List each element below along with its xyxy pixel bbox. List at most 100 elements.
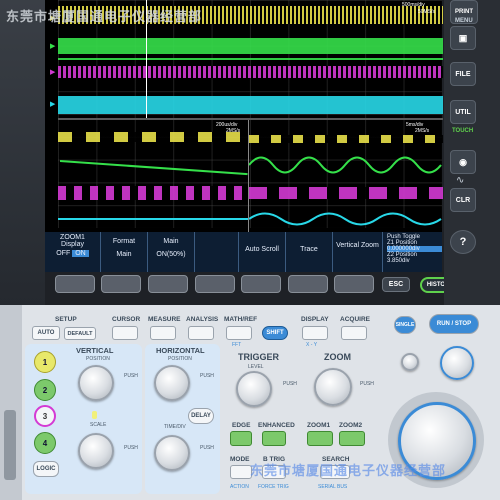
ch2-main-trace-2 (58, 58, 443, 60)
ch3-button[interactable]: 3 (34, 405, 56, 427)
ch2-zoom2-sine (249, 156, 442, 174)
left-bezel (0, 0, 45, 305)
menu-format[interactable]: Format Main (100, 232, 147, 272)
auto-button[interactable]: AUTO (32, 326, 60, 340)
softkey-6[interactable] (288, 275, 328, 293)
menu-zoom1-display[interactable]: ZOOM1 Display OFF ON (45, 232, 100, 272)
run-stop-button[interactable]: RUN / STOP (429, 314, 479, 334)
vertical-push-label: PUSH (124, 373, 138, 379)
ch3-zoom2-trace (249, 187, 443, 199)
logic-button[interactable]: LOGIC (33, 461, 59, 477)
setup-label: SETUP (55, 316, 77, 323)
zoom2-button[interactable] (339, 431, 365, 446)
vertical-scale-label: SCALE (90, 422, 107, 428)
top-timebase: 500ms/div (402, 2, 425, 8)
clr-button[interactable]: CLR (450, 188, 476, 212)
ch4-main-trace (58, 96, 443, 114)
ch4-zoom2-sine (249, 212, 442, 226)
softkey-4[interactable] (195, 275, 235, 293)
time-div-knob[interactable] (154, 435, 190, 471)
vertical-scale-knob[interactable] (78, 433, 114, 469)
menu-label: MENU (455, 18, 473, 24)
zoom2-label: ZOOM2 (339, 422, 363, 429)
softkey-1[interactable] (55, 275, 95, 293)
xy-label: X - Y (306, 342, 318, 348)
scale-led (92, 411, 97, 419)
menu-main[interactable]: Main ON(50%) (147, 232, 194, 272)
top-sample-rate: 50MS/s (418, 9, 435, 15)
push-knob-right[interactable] (440, 346, 474, 380)
cursor-button[interactable] (112, 326, 138, 340)
softkey-7[interactable] (334, 275, 374, 293)
delay-button[interactable]: DELAY (188, 408, 214, 424)
default-button[interactable]: DEFAULT (64, 327, 96, 340)
display-button[interactable] (302, 326, 328, 340)
zoom1-button[interactable] (307, 431, 333, 446)
ch4-button[interactable]: 4 (34, 432, 56, 454)
shift-button[interactable]: SHIFT (262, 326, 288, 340)
esc-button[interactable]: ESC (382, 277, 410, 292)
zoom-push-label: PUSH (360, 381, 374, 387)
ch3-main-trace (58, 66, 443, 78)
zoom-knob[interactable] (314, 368, 352, 406)
ch1-button[interactable]: 1 (34, 351, 56, 373)
cursor-label: CURSOR (112, 316, 141, 323)
vertical-label: VERTICAL (76, 346, 114, 355)
menu-auto-scroll[interactable]: Auto Scroll (238, 232, 285, 272)
util-button[interactable]: UTIL (450, 100, 476, 124)
touch-label: TOUCH (452, 128, 474, 134)
camera-button[interactable]: ◉ (450, 150, 476, 174)
trigger-level-label: LEVEL (248, 364, 264, 370)
softkey-2[interactable] (101, 275, 141, 293)
acquire-button[interactable] (341, 326, 367, 340)
menu-vertical-zoom[interactable]: Vertical Zoom (332, 232, 382, 272)
trigger-level-knob[interactable] (236, 371, 272, 407)
edge-label: EDGE (232, 422, 251, 429)
push-toggle-panel[interactable]: Push Toggle Z1 Position 0.000000div Z2 P… (382, 232, 442, 272)
zoom-label: ZOOM (324, 352, 351, 362)
enhanced-button[interactable] (262, 431, 286, 446)
zoom1-label: ZOOM1 (307, 422, 331, 429)
wave-icon: ∿ (456, 175, 465, 186)
zoom1-on-option[interactable]: ON (72, 250, 89, 257)
horizontal-push-label: PUSH (200, 373, 214, 379)
zoom1-off-option[interactable]: OFF (56, 250, 70, 257)
analysis-button[interactable] (188, 326, 214, 340)
file-button[interactable]: FILE (450, 62, 476, 86)
analysis-label: ANALYSIS (186, 316, 219, 323)
ch4-marker: ▶ (50, 101, 56, 108)
action-label: ACTION (230, 484, 249, 490)
ch2-main-trace (58, 38, 443, 54)
zoom-divider (58, 118, 443, 120)
enhanced-label: ENHANCED (258, 422, 295, 429)
menu-button[interactable]: ▣ (450, 26, 476, 50)
watermark-bottom: 东莞市塘厦国通电子仪器经营部 (250, 463, 447, 478)
folder-icon: ▣ (458, 32, 468, 43)
menu-trace[interactable]: Trace (285, 232, 332, 272)
small-knob[interactable] (401, 353, 419, 371)
edge-button[interactable] (230, 431, 252, 446)
serial-bus-label: SERIAL BUS (318, 484, 348, 490)
time-div-label: TIME/DIV (164, 424, 186, 430)
single-button[interactable]: SINGLE (394, 316, 416, 334)
mode-button[interactable] (230, 465, 252, 479)
softkey-3[interactable] (148, 275, 188, 293)
force-trig-label: FORCE TRIG (258, 484, 289, 490)
fft-label: FFT (232, 342, 242, 348)
zoom2-sample-rate: 2MS/s (415, 128, 430, 134)
horizontal-position-label: POSITION (168, 356, 192, 362)
math-ref-button[interactable] (226, 326, 252, 340)
math-ref-label: MATH/REF (224, 316, 258, 323)
acquire-label: ACQUIRE (340, 316, 370, 323)
horizontal-position-knob[interactable] (154, 365, 190, 401)
help-button[interactable]: ? (450, 230, 476, 254)
softkey-5[interactable] (241, 275, 281, 293)
ch2-button[interactable]: 2 (34, 379, 56, 401)
measure-button[interactable] (150, 326, 176, 340)
vertical-position-knob[interactable] (78, 365, 114, 401)
menu-blank[interactable] (194, 232, 238, 272)
camera-icon: ◉ (459, 156, 467, 167)
ch1-zoom1-trace (58, 132, 248, 142)
side-ports (4, 410, 16, 480)
ch2-marker: ▶ (50, 43, 56, 50)
